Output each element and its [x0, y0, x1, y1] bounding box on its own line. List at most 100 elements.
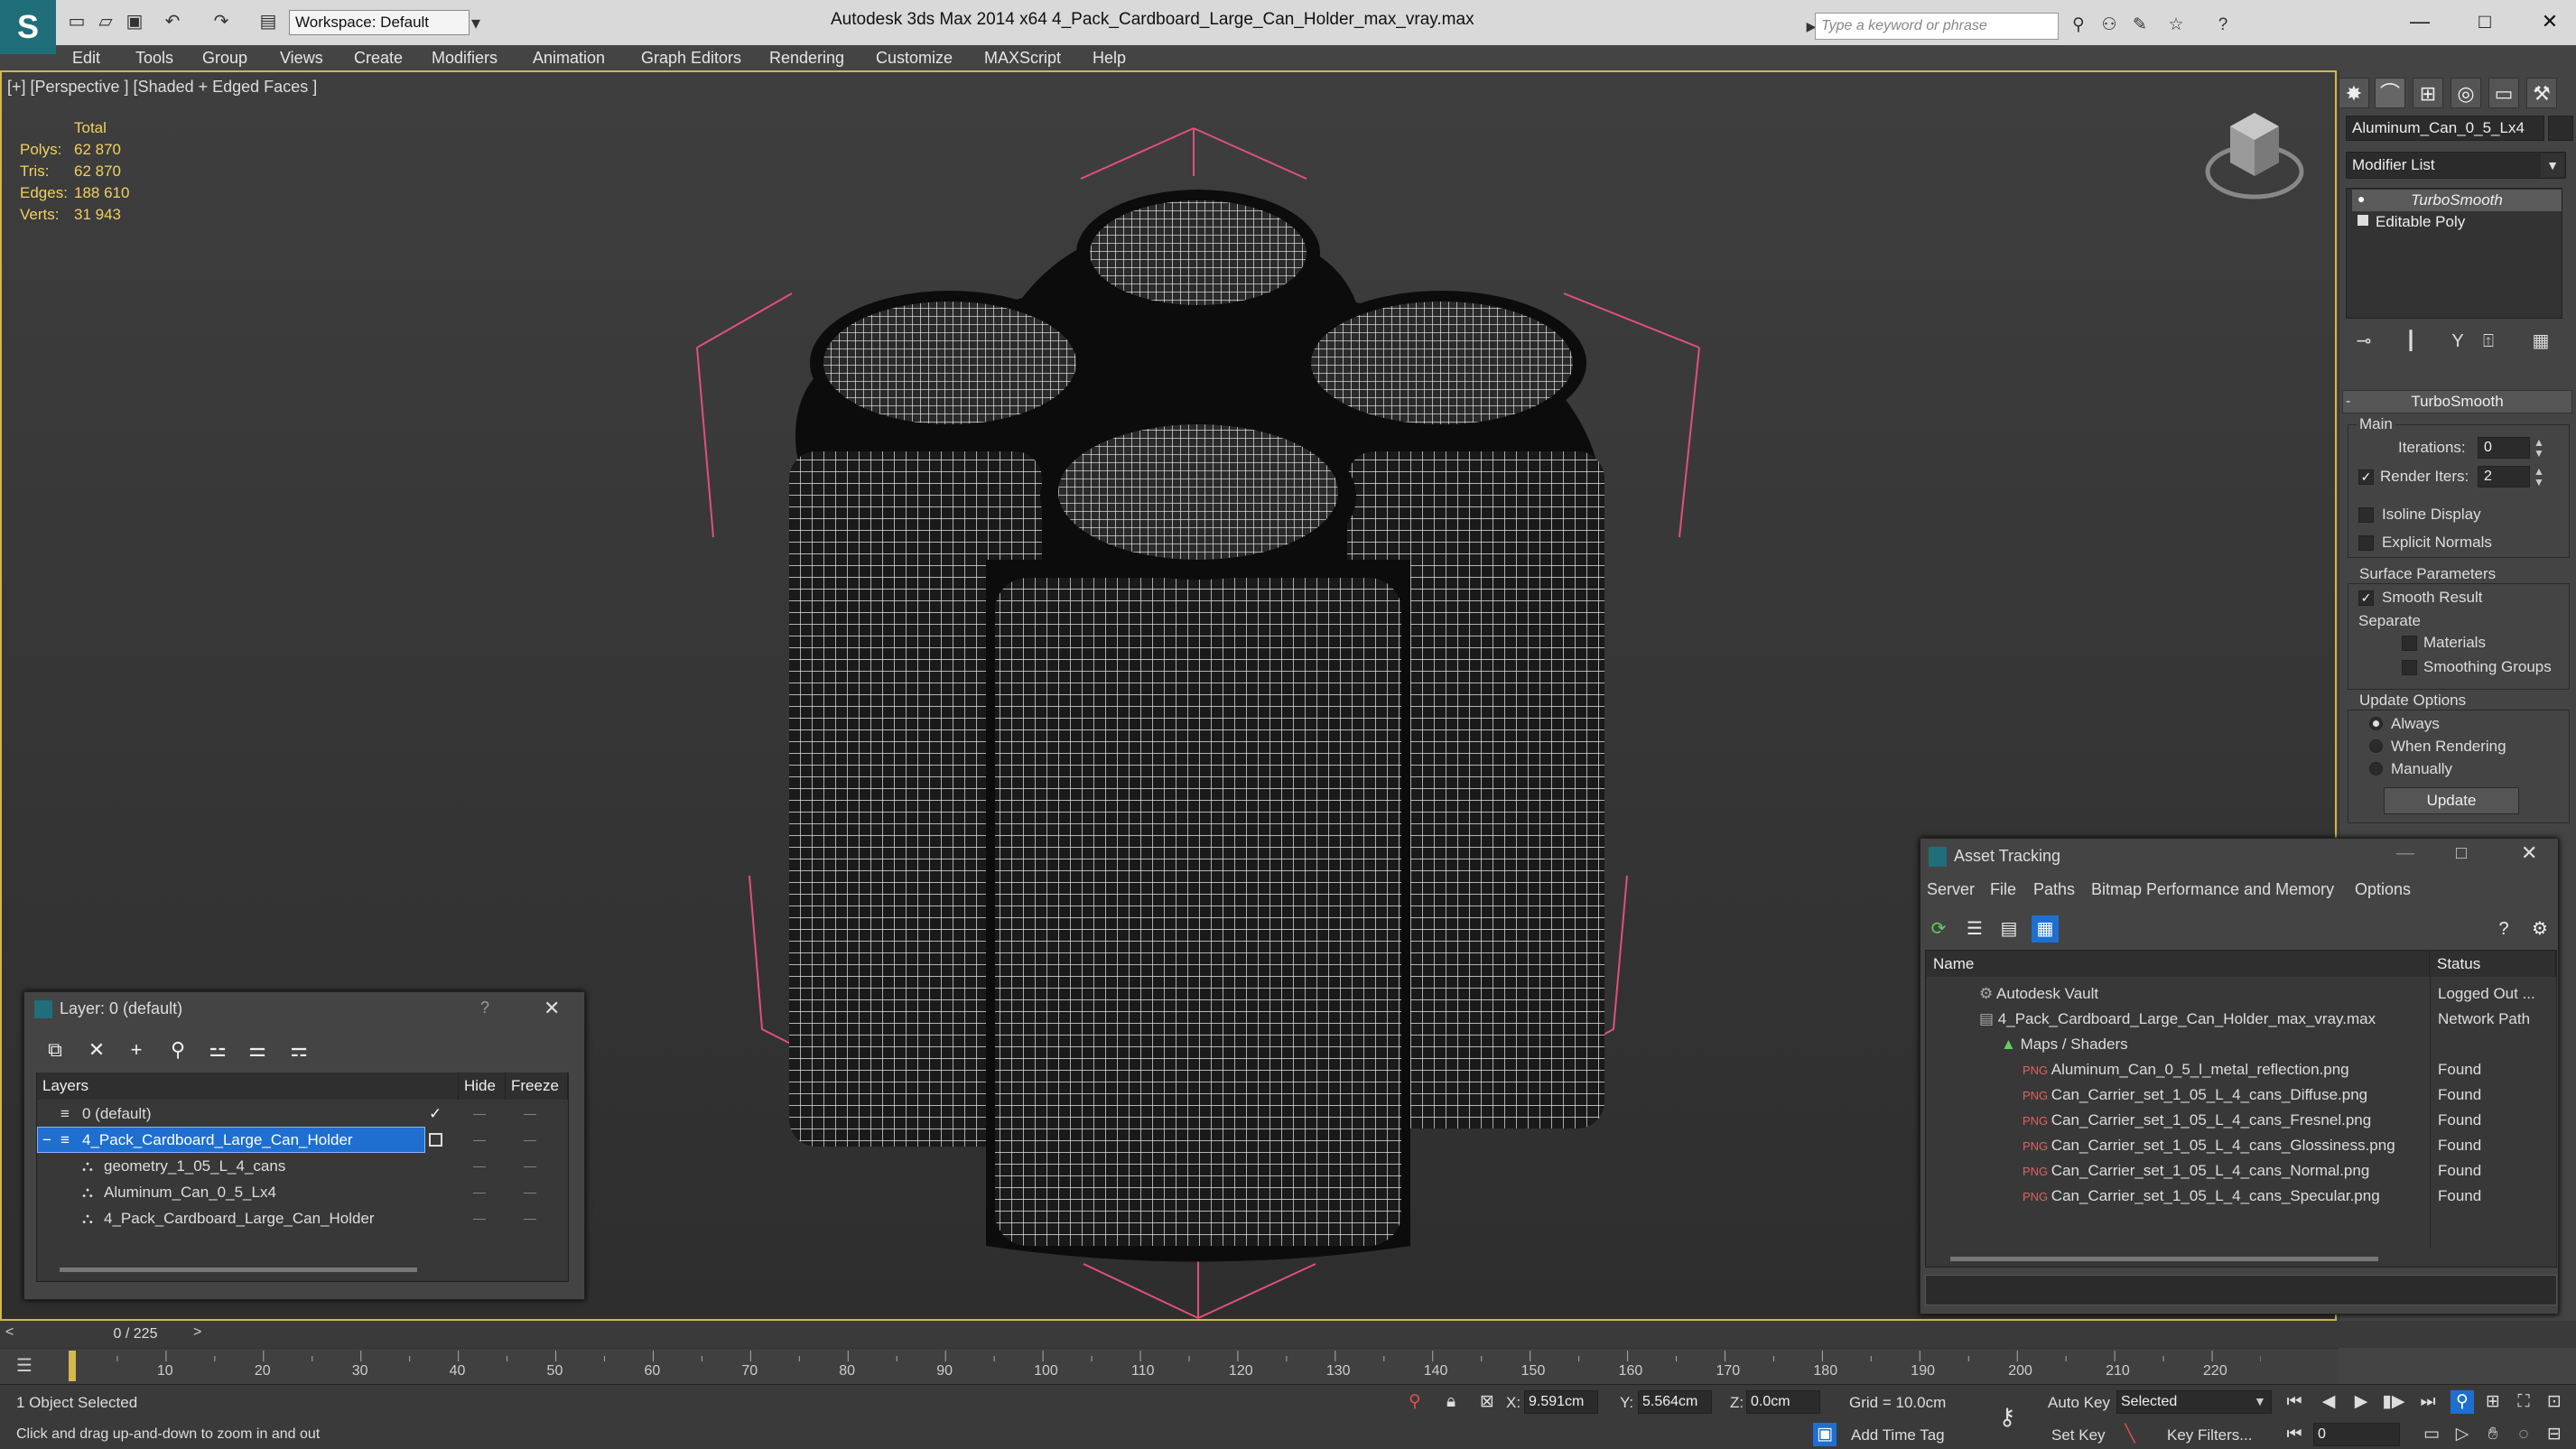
stack-item-editable-poly[interactable]: Editable Poly [2352, 211, 2562, 233]
maximize-icon[interactable]: □ [2458, 5, 2512, 38]
asset-row[interactable]: PNG Can_Carrier_set_1_05_L_4_cans_Specul… [2023, 1184, 2380, 1209]
materials-checkbox[interactable] [2402, 636, 2417, 651]
communication-icon[interactable]: ✎ [2129, 14, 2151, 36]
layer-row[interactable]: − ≡ 4_Pack_Cardboard_Large_Can_Holder — … [37, 1127, 568, 1153]
layer-row[interactable]: ≡ 0 (default) ✓ — — [37, 1101, 568, 1127]
spinner-arrows-icon[interactable]: ▲ ▼ [2534, 466, 2544, 488]
help-icon[interactable]: ? [2212, 14, 2234, 36]
redo-icon[interactable]: ↷ [209, 10, 233, 33]
display-tab-icon[interactable]: ▭ [2488, 78, 2519, 108]
make-unique-icon[interactable]: Y [2445, 329, 2470, 354]
mini-curve-editor-icon[interactable]: ☰ [16, 1354, 33, 1377]
close-icon[interactable]: ✕ [544, 997, 560, 1020]
minimize-icon[interactable]: — [2393, 5, 2447, 38]
layer-help-icon[interactable]: ? [480, 999, 489, 1017]
key-filters-button[interactable]: Key Filters... [2167, 1426, 2252, 1444]
asset-row[interactable]: PNG Can_Carrier_set_1_05_L_4_cans_Fresne… [2023, 1108, 2371, 1133]
freeze-toggle[interactable]: — [521, 1179, 539, 1205]
y-coordinate-field[interactable]: 5.564cm [1638, 1390, 1712, 1414]
hide-toggle[interactable]: — [470, 1153, 488, 1179]
binoculars-icon[interactable]: ⚲ [2068, 14, 2089, 36]
layer-row[interactable]: ⛬ geometry_1_05_L_4_cans — — [37, 1153, 568, 1179]
time-slider[interactable] [0, 1321, 2576, 1348]
menu-create[interactable]: Create [354, 45, 403, 70]
zoom-extents-all-icon[interactable]: ⊡ [2543, 1390, 2566, 1414]
asset-scrollbar[interactable] [1950, 1257, 2378, 1261]
active-layer-check-icon[interactable]: ✓ [429, 1101, 442, 1127]
layer-scrollbar[interactable] [60, 1268, 417, 1272]
x-coordinate-field[interactable]: 9.591cm [1524, 1390, 1598, 1414]
open-file-icon[interactable]: ▱ [94, 10, 117, 33]
freeze-all-layers-icon[interactable]: ⚎ [284, 1036, 314, 1064]
layer-row[interactable]: ⛬ 4_Pack_Cardboard_Large_Can_Holder — — [37, 1205, 568, 1231]
freeze-toggle[interactable]: — [521, 1127, 539, 1153]
freeze-toggle[interactable]: — [521, 1205, 539, 1231]
menu-maxscript[interactable]: MAXScript [984, 45, 1061, 70]
pin-stack-icon[interactable]: ⊸ [2351, 329, 2376, 354]
next-frame-button-icon[interactable]: ▮▶ [2382, 1390, 2405, 1414]
time-config-icon[interactable]: ▭ [2420, 1423, 2443, 1446]
list-view-icon[interactable]: ☰ [1961, 915, 1988, 943]
go-to-start-icon[interactable]: ⏮ [2283, 1390, 2306, 1414]
add-time-tag[interactable]: Add Time Tag [1851, 1426, 1945, 1444]
stack-item-turbosmooth[interactable]: TurboSmooth [2352, 190, 2562, 211]
object-color-swatch[interactable] [2548, 116, 2573, 141]
render-iters-checkbox[interactable]: ✓ [2358, 469, 2374, 485]
go-to-end-icon[interactable]: ⏭ [2416, 1390, 2440, 1414]
hide-toggle[interactable]: — [470, 1205, 488, 1231]
frame-indicator[interactable]: 0 / 225 [72, 1324, 199, 1344]
collapse-icon[interactable]: − [42, 1127, 51, 1153]
workspace-dropdown[interactable]: Workspace: Default [289, 10, 470, 35]
previous-key-icon[interactable]: ◀ [2317, 1390, 2340, 1414]
absolute-mode-icon[interactable]: ⊠ [1475, 1390, 1499, 1414]
help-icon[interactable]: ? [2490, 915, 2517, 943]
refresh-icon[interactable]: ⟳ [1925, 915, 1952, 943]
add-to-layer-icon[interactable]: + [121, 1036, 152, 1064]
status-column-header[interactable]: Status [2430, 951, 2556, 977]
render-iters-spinner[interactable]: 2 [2478, 466, 2530, 488]
minimize-icon[interactable]: — [2396, 843, 2414, 864]
detail-view-icon[interactable]: ▤ [1995, 915, 2023, 943]
close-icon[interactable]: ✕ [2521, 841, 2537, 865]
remove-modifier-icon[interactable]: ⍐ [2476, 329, 2501, 354]
key-mode-toggle-icon[interactable]: ⏮ [2283, 1423, 2306, 1446]
close-icon[interactable]: ✕ [2523, 5, 2576, 38]
menu-help[interactable]: Help [1093, 45, 1126, 70]
lightbulb-icon[interactable]: ● [2357, 191, 2365, 206]
hide-toggle[interactable]: — [470, 1179, 488, 1205]
viewcube-icon[interactable] [2205, 113, 2304, 200]
selected-dropdown[interactable]: Selected [2116, 1390, 2272, 1414]
asset-row[interactable]: PNG Aluminum_Can_0_5_l_metal_reflection.… [2023, 1057, 2349, 1082]
viewport-label[interactable]: [+] [Perspective ] [Shaded + Edged Faces… [7, 78, 317, 97]
iterations-spinner[interactable]: 0 [2478, 437, 2530, 459]
menu-animation[interactable]: Animation [533, 45, 605, 70]
project-folder-icon[interactable]: ▤ [256, 10, 280, 33]
chevron-down-icon[interactable]: ▼ [2254, 1394, 2266, 1408]
search-input[interactable]: Type a keyword or phrase [1815, 13, 2059, 40]
when-rendering-radio[interactable] [2369, 739, 2383, 753]
auto-key-button[interactable]: Auto Key [2048, 1394, 2110, 1412]
freeze-toggle[interactable]: — [521, 1153, 539, 1179]
isoline-display-checkbox[interactable] [2358, 507, 2374, 523]
create-layer-icon[interactable]: ⧉ [40, 1036, 70, 1064]
key-mode-icon[interactable]: ╲ [2118, 1423, 2142, 1446]
favorites-star-icon[interactable]: ☆ [2165, 14, 2187, 36]
freeze-toggle[interactable]: — [521, 1101, 539, 1127]
save-icon[interactable]: ▣ [123, 10, 146, 33]
settings-icon[interactable]: ⚙ [2526, 915, 2553, 943]
menu-edit[interactable]: Edit [72, 45, 100, 70]
update-button[interactable]: Update [2384, 787, 2519, 814]
key-icon[interactable]: ⚷ [1995, 1405, 2019, 1428]
subscription-icon[interactable]: ⚇ [2098, 14, 2120, 36]
next-frame-icon[interactable]: > [193, 1324, 201, 1341]
asset-menu-file[interactable]: File [1990, 880, 2016, 899]
delete-layer-icon[interactable]: ✕ [81, 1036, 112, 1064]
zoom-all-icon[interactable]: ⊞ [2481, 1390, 2505, 1414]
spinner-arrows-icon[interactable]: ▲ ▼ [2534, 437, 2544, 459]
asset-path-field[interactable] [1925, 1275, 2557, 1305]
object-name-field[interactable]: Aluminum_Can_0_5_Lx4 [2346, 116, 2544, 141]
asset-row[interactable]: PNG Can_Carrier_set_1_05_L_4_cans_Glossi… [2023, 1133, 2395, 1158]
asset-row[interactable]: PNG Can_Carrier_set_1_05_L_4_cans_Normal… [2023, 1158, 2369, 1184]
layers-column-header[interactable]: Layers [37, 1073, 459, 1100]
play-icon[interactable]: ▶ [2349, 1390, 2373, 1414]
